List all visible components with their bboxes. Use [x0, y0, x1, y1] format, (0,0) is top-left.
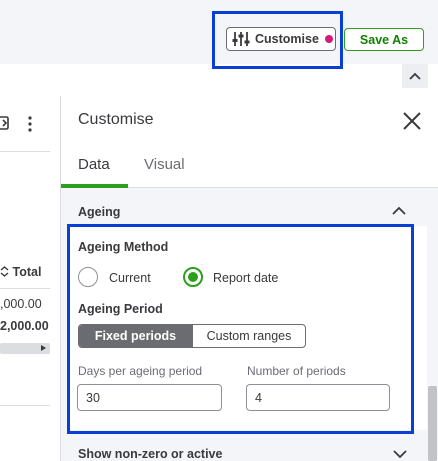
report-divider [0, 288, 50, 289]
report-divider [0, 151, 50, 152]
chevron-down-icon[interactable] [392, 449, 408, 459]
report-total-value: 2,000.00 [0, 319, 49, 333]
report-toolbar-icons [0, 116, 32, 132]
more-options-icon[interactable] [28, 116, 32, 132]
scroll-right-arrow-icon[interactable] [41, 345, 46, 351]
highlight-box [212, 11, 343, 69]
chevron-up-icon[interactable] [391, 205, 407, 217]
report-divider [0, 405, 50, 406]
customise-panel-header [61, 96, 438, 188]
total-header-label: Total [12, 265, 42, 279]
scrollbar-thumb[interactable] [428, 386, 437, 461]
highlight-box [67, 224, 414, 434]
tab-visual[interactable]: Visual [144, 156, 185, 173]
sort-icon [0, 266, 9, 277]
chevron-up-icon [409, 72, 421, 80]
report-value: ,000.00 [0, 297, 42, 311]
total-column-header[interactable]: Total [0, 265, 41, 279]
panel-vertical-scrollbar[interactable] [427, 188, 438, 461]
active-tab-indicator [61, 184, 128, 188]
section-title-non-zero[interactable]: Show non-zero or active [78, 447, 222, 461]
save-as-button[interactable]: Save As [344, 28, 424, 51]
export-icon[interactable] [0, 116, 9, 130]
tab-data[interactable]: Data [78, 156, 110, 173]
section-title-ageing[interactable]: Ageing [78, 205, 120, 219]
report-horizontal-scrollbar[interactable] [0, 343, 50, 354]
collapse-toolbar-button[interactable] [402, 64, 428, 88]
panel-title: Customise [78, 111, 154, 128]
close-icon[interactable] [401, 110, 423, 132]
